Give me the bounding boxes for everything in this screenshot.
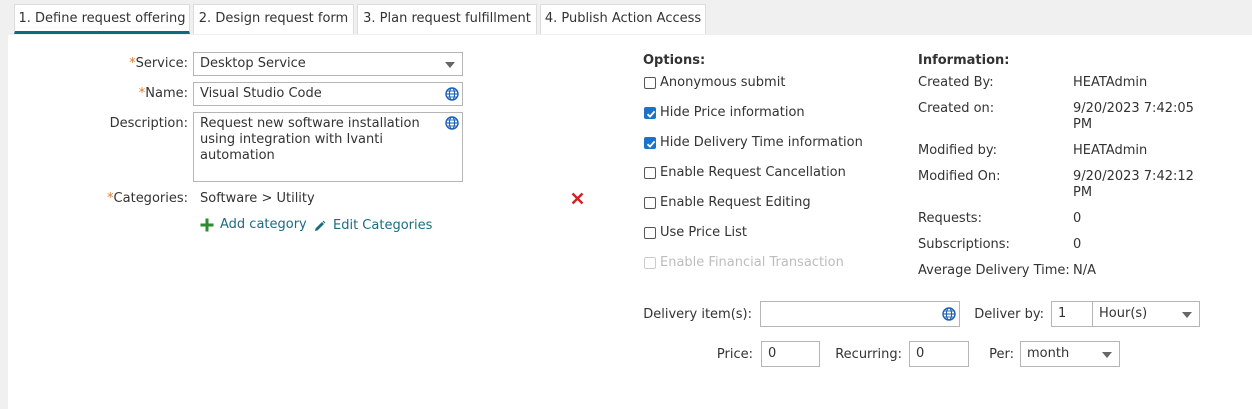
recurring-value: 0: [916, 346, 925, 361]
add-category-label: Add category: [220, 217, 307, 232]
enable-request-editing-label: Enable Request Editing: [660, 195, 811, 210]
hide-delivery-time-checkbox[interactable]: [644, 137, 656, 149]
enable-request-cancellation-label: Enable Request Cancellation: [660, 165, 846, 180]
enable-financial-transaction-checkbox: [644, 257, 656, 269]
modified-by-label: Modified by:: [918, 143, 997, 158]
use-price-list-label: Use Price List: [660, 225, 747, 240]
remove-category-icon[interactable]: [571, 192, 584, 205]
plus-icon: [200, 218, 214, 232]
service-select[interactable]: Desktop Service: [193, 52, 463, 76]
enable-request-cancellation-checkbox[interactable]: [644, 167, 656, 179]
main-panel: *Service: Desktop Service *Name: Visual …: [8, 35, 1252, 409]
globe-icon[interactable]: [445, 116, 459, 130]
chevron-down-icon: [1182, 312, 1192, 318]
deliver-by-unit-select[interactable]: Hour(s): [1092, 301, 1200, 327]
delivery-items-input[interactable]: [760, 301, 960, 327]
created-on-label: Created on:: [918, 101, 995, 116]
information-title: Information:: [918, 53, 1010, 68]
tab-define-request-offering[interactable]: 1. Define request offering: [14, 4, 190, 34]
enable-financial-transaction-label: Enable Financial Transaction: [660, 255, 844, 270]
deliver-by-unit-value: Hour(s): [1099, 306, 1148, 321]
average-delivery-time-value: N/A: [1073, 263, 1096, 278]
price-value: 0: [768, 346, 777, 361]
deliver-by-value: 1: [1058, 306, 1067, 321]
tab-publish-action-access[interactable]: 4. Publish Action Access: [540, 4, 706, 34]
hide-delivery-time-label: Hide Delivery Time information: [660, 135, 863, 150]
service-label: *Service:: [129, 56, 188, 71]
tab-design-request-form[interactable]: 2. Design request form: [193, 4, 354, 34]
category-value: Software > Utility: [200, 191, 315, 206]
description-label: Description:: [109, 116, 188, 131]
requests-label: Requests:: [918, 211, 982, 226]
tab-plan-request-fulfillment[interactable]: 3. Plan request fulfillment: [357, 4, 537, 34]
subscriptions-label: Subscriptions:: [918, 237, 1010, 252]
delivery-items-label: Delivery item(s):: [643, 307, 752, 322]
globe-icon[interactable]: [445, 87, 459, 101]
description-textarea[interactable]: Request new software installation using …: [193, 112, 463, 182]
use-price-list-checkbox[interactable]: [644, 227, 656, 239]
requests-value: 0: [1073, 211, 1082, 226]
created-by-label: Created By:: [918, 75, 994, 90]
modified-on-value: 9/20/2023 7:42:12 PM: [1073, 169, 1194, 200]
name-label: *Name:: [138, 86, 188, 101]
categories-label: *Categories:: [107, 191, 188, 206]
anonymous-submit-label: Anonymous submit: [660, 75, 786, 90]
price-input[interactable]: 0: [761, 341, 820, 367]
name-input[interactable]: Visual Studio Code: [193, 82, 463, 106]
check-icon: [646, 140, 656, 148]
check-icon: [646, 110, 656, 118]
per-value: month: [1027, 346, 1070, 361]
edit-categories-label: Edit Categories: [333, 218, 433, 233]
recurring-input[interactable]: 0: [909, 341, 969, 367]
deliver-by-input[interactable]: 1: [1051, 301, 1093, 327]
add-category-button[interactable]: Add category: [200, 217, 310, 235]
price-label: Price:: [716, 347, 753, 362]
created-by-value: HEATAdmin: [1073, 75, 1148, 90]
tab-bar: 1. Define request offering 2. Design req…: [0, 0, 1252, 35]
service-value: Desktop Service: [200, 56, 306, 71]
enable-request-editing-checkbox[interactable]: [644, 197, 656, 209]
hide-price-checkbox[interactable]: [644, 107, 656, 119]
average-delivery-time-label: Average Delivery Time:: [918, 263, 1070, 278]
recurring-label: Recurring:: [835, 347, 902, 362]
pencil-icon: [315, 220, 326, 231]
created-on-value: 9/20/2023 7:42:05 PM: [1073, 101, 1194, 132]
anonymous-submit-checkbox[interactable]: [644, 77, 656, 89]
per-select[interactable]: month: [1020, 341, 1120, 367]
subscriptions-value: 0: [1073, 237, 1082, 252]
modified-by-value: HEATAdmin: [1073, 143, 1148, 158]
per-label: Per:: [989, 347, 1014, 362]
modified-on-label: Modified On:: [918, 169, 1001, 184]
chevron-down-icon: [1102, 352, 1112, 358]
edit-categories-button[interactable]: Edit Categories: [313, 218, 438, 236]
hide-price-label: Hide Price information: [660, 105, 805, 120]
name-value: Visual Studio Code: [200, 86, 322, 101]
description-value: Request new software installation using …: [200, 116, 420, 163]
chevron-down-icon: [445, 62, 455, 68]
globe-icon[interactable]: [942, 307, 956, 321]
options-title: Options:: [643, 53, 706, 68]
deliver-by-label: Deliver by:: [974, 307, 1044, 322]
